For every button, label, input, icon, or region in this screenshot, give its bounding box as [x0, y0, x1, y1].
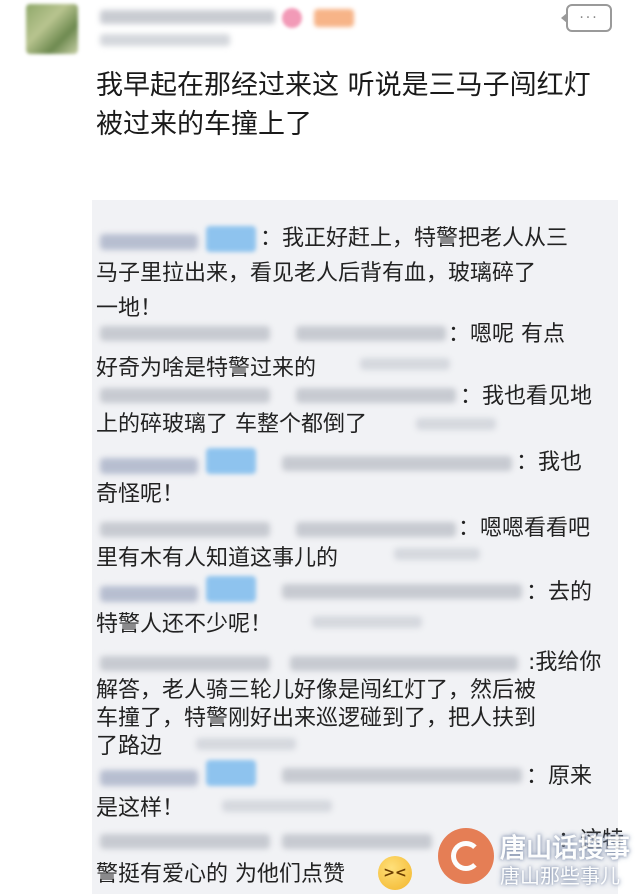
- watermark-logo-icon: [438, 828, 494, 884]
- reply-to-username[interactable]: [282, 768, 522, 783]
- reply-text: 了路边: [96, 734, 163, 759]
- angry-face-emoji-icon: ><: [378, 856, 412, 890]
- blurred-username[interactable]: [100, 10, 275, 24]
- reply-username[interactable]: [100, 234, 198, 250]
- reply-text: ：嗯呢 有点: [448, 322, 565, 347]
- reply-text: ：我正好赶上，特警把老人从三: [260, 226, 569, 251]
- comment-button[interactable]: ···: [561, 4, 612, 32]
- reply-to-username[interactable]: [296, 326, 446, 341]
- blurred-post-meta: [100, 34, 230, 46]
- vip-badge-icon: [206, 760, 256, 786]
- reply-to-username[interactable]: [296, 388, 456, 403]
- reply-username[interactable]: [100, 388, 270, 403]
- reply-to-username[interactable]: [282, 584, 522, 599]
- comment-bubble-icon: ···: [579, 10, 599, 26]
- reply-username[interactable]: [100, 326, 270, 341]
- reply-username[interactable]: [100, 458, 198, 474]
- reply-text: 是这样！: [96, 796, 185, 821]
- reply-to-username[interactable]: [282, 456, 512, 471]
- reply-text: 警挺有爱心的 为他们点赞: [96, 862, 345, 887]
- reply-time: [222, 800, 332, 812]
- reply-text: 特警人还不少呢！: [96, 612, 273, 637]
- reply-time: [416, 418, 496, 430]
- reply-time: [196, 738, 296, 750]
- vip-badge-icon: [206, 576, 256, 602]
- user-badge-icon: [282, 8, 302, 28]
- post-header: ···: [0, 0, 640, 60]
- watermark-subtitle: 唐山那些事儿: [500, 864, 620, 888]
- reply-to-username[interactable]: [282, 834, 432, 849]
- reply-username[interactable]: [100, 586, 198, 602]
- reply-text: 奇怪呢！: [96, 482, 185, 507]
- reply-time: [312, 616, 422, 628]
- reply-text: ：我也看见地: [460, 384, 593, 409]
- reply-text: ：去的: [526, 580, 593, 605]
- reply-text: :我给你: [528, 650, 602, 675]
- reply-to-username[interactable]: [290, 656, 518, 671]
- reply-text: 上的碎玻璃了 车整个都倒了: [96, 412, 367, 437]
- watermark: 唐山话搜事 唐山那些事儿: [438, 826, 638, 892]
- reply-time: [394, 548, 480, 560]
- reply-text: 马子里拉出来，看见老人后背有血，玻璃碎了: [96, 261, 537, 286]
- reply-text: ：嗯嗯看看吧: [458, 516, 591, 541]
- reply-username[interactable]: [100, 770, 198, 786]
- reply-text: 里有木有人知道这事儿的: [96, 546, 339, 571]
- reply-username[interactable]: [100, 656, 270, 671]
- reply-text: 好奇为啥是特警过来的: [96, 356, 317, 381]
- reply-text: ：原来: [526, 764, 593, 789]
- post-body: 我早起在那经过来这 听说是三马子闯红灯 被过来的车撞上了: [96, 70, 591, 140]
- reply-to-username[interactable]: [296, 522, 456, 537]
- avatar[interactable]: [26, 4, 78, 54]
- reply-text: ：我也: [516, 450, 583, 475]
- reply-text: 一地！: [96, 296, 163, 321]
- reply-username[interactable]: [100, 522, 270, 537]
- vip-badge-icon: [206, 226, 256, 252]
- vip-badge-icon: [206, 448, 256, 474]
- reply-time: [360, 358, 450, 370]
- reply-username[interactable]: [100, 834, 270, 849]
- level-badge-icon: [314, 9, 354, 27]
